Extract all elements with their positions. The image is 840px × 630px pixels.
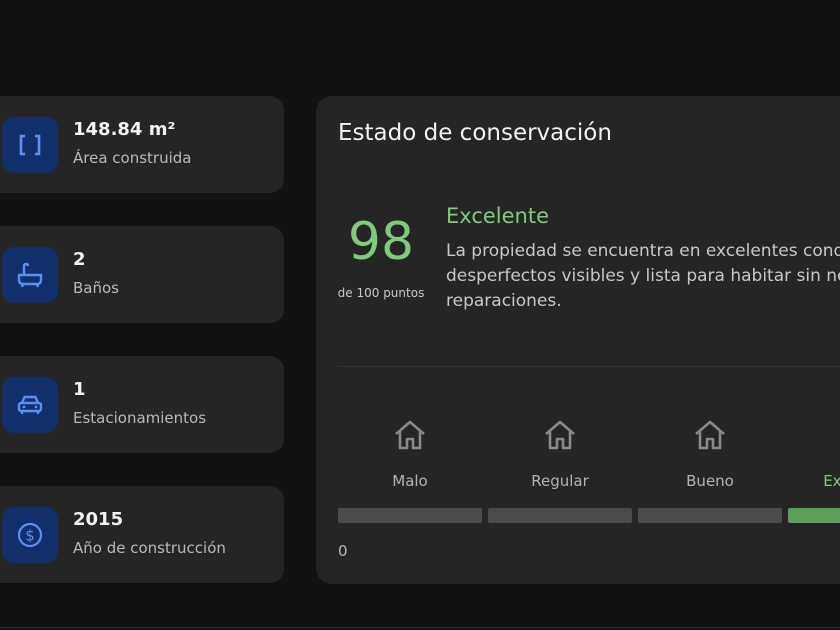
stat-card-parking: 1 Estacionamientos	[0, 356, 284, 453]
stat-label: Estacionamientos	[73, 409, 207, 427]
scale-label: Regular	[531, 472, 589, 490]
divider	[338, 366, 840, 367]
scale-label: Bueno	[686, 472, 734, 490]
scale-item-excelente: Excelente	[795, 418, 840, 490]
stat-label: Baños	[73, 279, 119, 297]
scale-segment-bueno	[638, 508, 782, 523]
area-icon	[2, 117, 58, 173]
rating-label: Excelente	[446, 204, 550, 228]
house-icon	[545, 420, 575, 450]
house-icon	[395, 420, 425, 450]
stat-value: 2015	[73, 509, 124, 530]
stat-value: 1	[73, 379, 86, 400]
score-caption: de 100 puntos	[337, 286, 425, 300]
dollar-coin-icon: $	[2, 507, 58, 563]
stat-label: Área construida	[73, 149, 192, 167]
scale-segment-malo	[338, 508, 482, 523]
stat-card-bathrooms: 2 Baños	[0, 226, 284, 323]
bathtub-icon	[2, 247, 58, 303]
stat-card-area: 148.84 m² Área construida	[0, 96, 284, 193]
scale-label: Excelente	[823, 472, 840, 490]
scale-item-malo: Malo	[345, 418, 475, 490]
scale-min-label: 0	[338, 542, 348, 560]
scale-item-regular: Regular	[495, 418, 625, 490]
stat-value: 148.84 m²	[73, 119, 176, 140]
scale-label: Malo	[392, 472, 428, 490]
scale-segment-excelente	[788, 508, 840, 523]
conservation-title: Estado de conservación	[338, 120, 612, 146]
stat-card-year: $ 2015 Año de construcción	[0, 486, 284, 583]
scale-item-bueno: Bueno	[645, 418, 775, 490]
scale-segment-regular	[488, 508, 632, 523]
stat-label: Año de construcción	[73, 539, 226, 557]
svg-text:$: $	[25, 527, 35, 545]
conservation-score: 98	[347, 212, 415, 272]
stat-value: 2	[73, 249, 86, 270]
conservation-card: Estado de conservación 98 de 100 puntos …	[316, 96, 840, 584]
bottom-divider	[0, 627, 840, 628]
car-icon	[2, 377, 58, 433]
house-icon	[695, 420, 725, 450]
rating-description: La propiedad se encuentra en excelentes …	[446, 241, 840, 311]
